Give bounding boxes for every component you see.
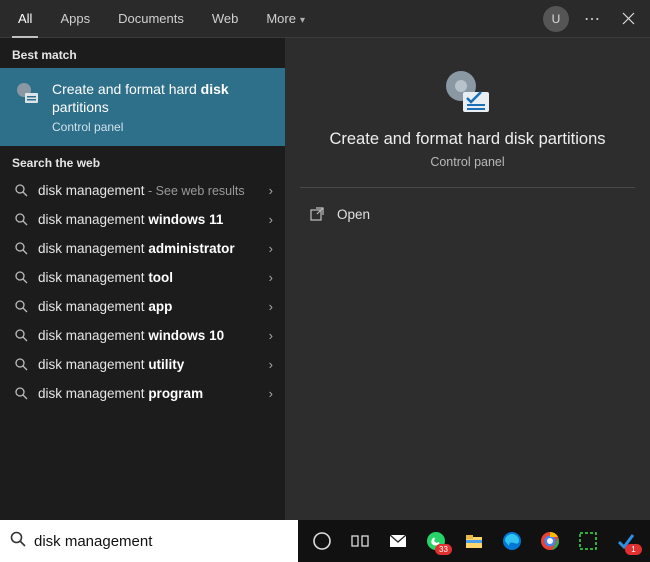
close-icon xyxy=(622,12,635,25)
search-tabs: All Apps Documents Web More▾ U ⋯ xyxy=(0,0,650,38)
best-match-subtitle: Control panel xyxy=(52,120,229,134)
best-match-label: Best match xyxy=(0,38,285,68)
best-match-title: Create and format hard diskpartitions xyxy=(52,80,229,116)
open-action[interactable]: Open xyxy=(285,198,650,230)
cortana-icon[interactable] xyxy=(310,529,334,553)
chevron-right-icon: › xyxy=(269,299,273,314)
chevron-right-icon: › xyxy=(269,183,273,198)
whatsapp-icon[interactable] xyxy=(424,529,448,553)
search-icon xyxy=(12,329,30,342)
web-result-text: disk management program xyxy=(38,386,269,401)
search-icon xyxy=(10,531,26,551)
web-result[interactable]: disk management administrator› xyxy=(0,234,285,263)
chevron-right-icon: › xyxy=(269,386,273,401)
search-icon xyxy=(12,184,30,197)
tab-documents[interactable]: Documents xyxy=(104,0,198,38)
web-result-text: disk management utility xyxy=(38,357,269,372)
web-result-text: disk management windows 10 xyxy=(38,328,269,343)
file-explorer-icon[interactable] xyxy=(462,529,486,553)
search-icon xyxy=(12,387,30,400)
chrome-icon[interactable] xyxy=(538,529,562,553)
web-result-text: disk management tool xyxy=(38,270,269,285)
mail-icon[interactable] xyxy=(386,529,410,553)
chevron-right-icon: › xyxy=(269,241,273,256)
search-web-label: Search the web xyxy=(0,146,285,176)
edge-icon[interactable] xyxy=(500,529,524,553)
search-icon xyxy=(12,213,30,226)
chevron-right-icon: › xyxy=(269,328,273,343)
search-icon xyxy=(12,358,30,371)
preview-title: Create and format hard disk partitions xyxy=(309,130,625,149)
app-blue-check-icon[interactable] xyxy=(614,529,638,553)
close-button[interactable] xyxy=(610,1,646,37)
app-green-icon[interactable] xyxy=(576,529,600,553)
web-result-text: disk management administrator xyxy=(38,241,269,256)
web-result[interactable]: disk management app› xyxy=(0,292,285,321)
web-result-text: disk management windows 11 xyxy=(38,212,269,227)
web-result[interactable]: disk management windows 11› xyxy=(0,205,285,234)
results-panel: Best match Create and format hard diskpa… xyxy=(0,38,285,520)
user-avatar: U xyxy=(543,6,569,32)
user-account-button[interactable]: U xyxy=(538,1,574,37)
preview-subtitle: Control panel xyxy=(430,155,504,169)
search-icon xyxy=(12,242,30,255)
best-match-result[interactable]: Create and format hard diskpartitions Co… xyxy=(0,68,285,146)
preview-panel: Create and format hard disk partitions C… xyxy=(285,38,650,520)
chevron-right-icon: › xyxy=(269,270,273,285)
tab-apps[interactable]: Apps xyxy=(46,0,104,38)
web-result[interactable]: disk management windows 10› xyxy=(0,321,285,350)
taskbar xyxy=(298,520,650,562)
web-result-text: disk management app xyxy=(38,299,269,314)
chevron-down-icon: ▾ xyxy=(300,15,305,26)
web-result[interactable]: disk management tool› xyxy=(0,263,285,292)
disk-partition-icon xyxy=(441,66,495,120)
task-view-icon[interactable] xyxy=(348,529,372,553)
web-result[interactable]: disk management utility› xyxy=(0,350,285,379)
web-result[interactable]: disk management - See web results› xyxy=(0,176,285,205)
search-icon xyxy=(12,300,30,313)
disk-partition-icon xyxy=(14,80,42,108)
tab-all[interactable]: All xyxy=(4,0,46,38)
preview-actions: Open xyxy=(285,188,650,230)
chevron-right-icon: › xyxy=(269,212,273,227)
search-input[interactable] xyxy=(34,533,288,550)
open-icon xyxy=(309,206,325,222)
search-box[interactable] xyxy=(0,520,298,562)
web-result-text: disk management - See web results xyxy=(38,183,269,198)
open-label: Open xyxy=(337,207,370,222)
tab-web[interactable]: Web xyxy=(198,0,253,38)
web-results-list: disk management - See web results›disk m… xyxy=(0,176,285,520)
chevron-right-icon: › xyxy=(269,357,273,372)
tab-more[interactable]: More▾ xyxy=(252,0,319,38)
more-options-button[interactable]: ⋯ xyxy=(574,1,610,37)
web-result[interactable]: disk management program› xyxy=(0,379,285,408)
search-icon xyxy=(12,271,30,284)
